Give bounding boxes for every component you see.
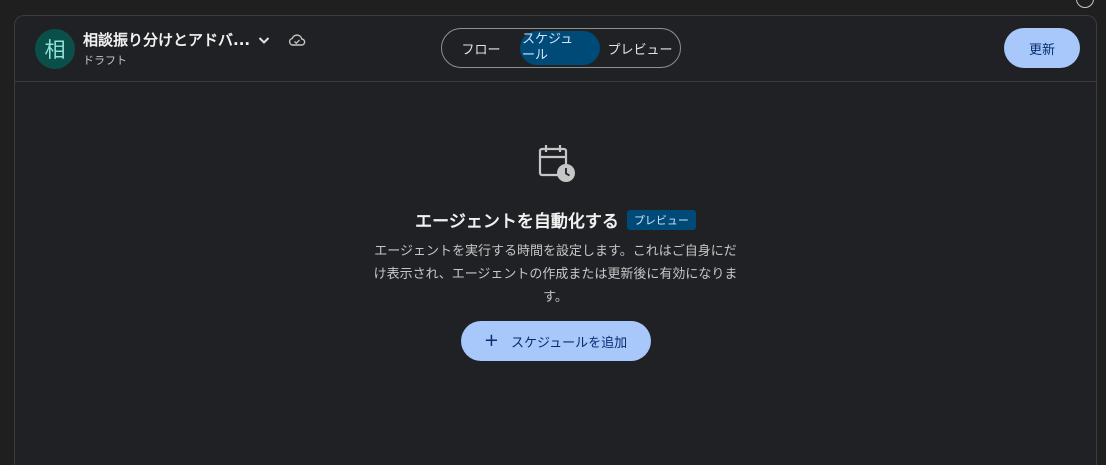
tab-preview[interactable]: プレビュー	[600, 29, 680, 67]
agent-title[interactable]: 相談振り分けとアドバ...	[83, 29, 250, 50]
empty-title: エージェントを自動化する	[415, 212, 619, 232]
panel-header: 相 相談振り分けとアドバ... ドラフト フロー スケジュール プレビュー 更新	[15, 16, 1096, 82]
draft-status: ドラフト	[83, 54, 127, 67]
agent-panel: 相 相談振り分けとアドバ... ドラフト フロー スケジュール プレビュー 更新	[14, 15, 1097, 465]
tab-flow[interactable]: フロー	[456, 29, 506, 67]
plus-icon: +	[483, 330, 499, 351]
account-icon[interactable]	[1076, 0, 1094, 8]
cloud-saved-icon	[288, 33, 306, 47]
tab-schedule-label: スケジュール	[522, 32, 574, 63]
empty-description: エージェントを実行する時間を設定します。これはご自身にだけ表示され、エージェント…	[373, 244, 738, 305]
title-row: 相談振り分けとアドバ...	[83, 29, 306, 50]
add-schedule-button[interactable]: + スケジュールを追加	[460, 321, 651, 361]
preview-badge: プレビュー	[626, 209, 696, 230]
view-tabs: フロー スケジュール プレビュー	[441, 28, 681, 68]
empty-title-row: エージェントを自動化する プレビュー	[15, 207, 1096, 232]
calendar-clock-icon	[538, 145, 575, 182]
update-button[interactable]: 更新	[1004, 28, 1080, 68]
chevron-down-icon[interactable]	[256, 32, 272, 48]
tab-schedule[interactable]: スケジュール	[520, 31, 600, 65]
add-schedule-label: スケジュールを追加	[511, 335, 628, 351]
schedule-empty-state: エージェントを自動化する プレビュー エージェントを実行する時間を設定します。こ…	[15, 141, 1096, 361]
avatar: 相	[35, 29, 75, 69]
